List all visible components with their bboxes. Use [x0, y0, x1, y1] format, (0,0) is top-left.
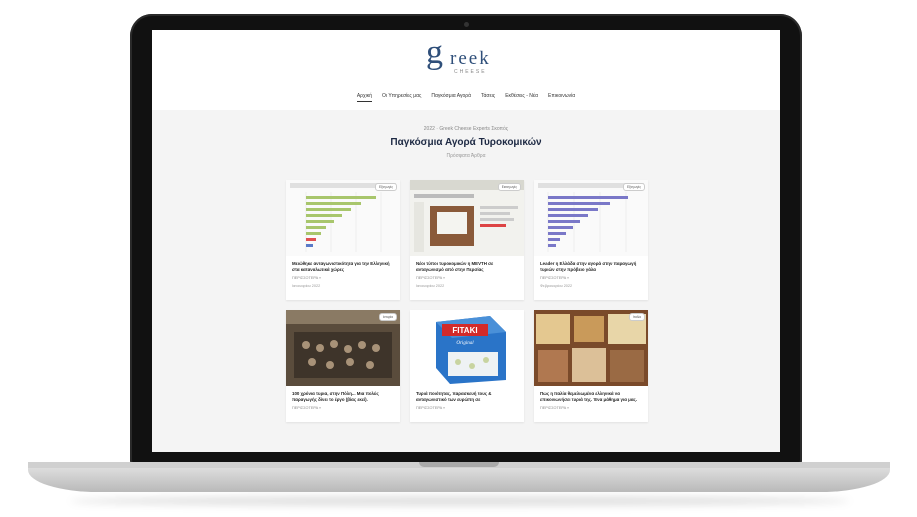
- laptop-base: [28, 462, 890, 492]
- article-card[interactable]: FITAKI Original Τυριά ποιότητας, παρασκε…: [410, 310, 524, 422]
- read-more-link[interactable]: ΠΕΡΙΣΣΟΤΕΡΑ »: [534, 403, 648, 410]
- purple-bar-chart: [538, 183, 644, 252]
- card-title[interactable]: Νέοι τύποι τυροκομικών η MEVΤΗ σε ανταγω…: [410, 256, 524, 273]
- thumb-badge: Ιστορία: [378, 313, 397, 321]
- fitaki-package-image: FITAKI Original: [410, 310, 524, 386]
- thumb-badge: Ιταλία: [628, 313, 645, 321]
- thumb-cheese-wheels: Ιταλία: [534, 310, 648, 386]
- site-header: g reek CHEESE Αρχική Οι Υπηρεσίες μας Πα…: [152, 30, 780, 110]
- article-card[interactable]: Εξαγωγές Μειώθηκε ανταγωνιστικότητα για …: [286, 180, 400, 300]
- fitaki-subtitle: Original: [456, 341, 474, 346]
- section-label: Πρόσφατα Άρθρα: [446, 153, 486, 159]
- page-meta: 2022 · Greek Cheese Experts Σκοπός: [423, 126, 509, 132]
- nav-item-contact[interactable]: Επικοινωνία: [548, 93, 575, 102]
- thumb-green-chart: Εξαγωγές: [286, 180, 400, 256]
- card-date: Ιανουαρίου 2022: [416, 284, 445, 289]
- web-screenshot-image: [410, 180, 524, 252]
- logo-subtext: CHEESE: [454, 69, 487, 75]
- thumb-badge: Εξαγωγές: [623, 183, 645, 191]
- main-nav: Αρχική Οι Υπηρεσίες μας Παγκόσμια Αγορά …: [152, 93, 780, 102]
- laptop-shadow: [70, 496, 850, 506]
- card-date: Φεβρουαρίου 2022: [540, 284, 573, 289]
- thumb-fitaki-package: FITAKI Original: [410, 310, 524, 386]
- card-title[interactable]: Μειώθηκε ανταγωνιστικότητα για την Ελλην…: [286, 256, 400, 273]
- logo-letter: g: [426, 34, 443, 71]
- cheese-wheels-image: [534, 310, 648, 386]
- read-more-link[interactable]: ΠΕΡΙΣΣΟΤΕΡΑ »: [286, 403, 400, 410]
- laptop-frame: g reek CHEESE Αρχική Οι Υπηρεσίες μας Πα…: [0, 0, 917, 517]
- card-title[interactable]: Τυριά ποιότητας, παρασκευή τους & ανταγω…: [410, 386, 524, 403]
- green-bar-chart: [286, 180, 400, 256]
- thumb-historic-photo: Ιστορία: [286, 310, 400, 386]
- thumb-badge: Εισαγωγές: [497, 183, 521, 191]
- card-title[interactable]: 100 χρόνια τυρια, στην Πόλη... Μια πολύς…: [286, 386, 400, 403]
- thumb-purple-chart: Εξαγωγές: [534, 180, 648, 256]
- article-card[interactable]: Εξαγωγές Leader η Ελλάδα στην αγορά στην…: [534, 180, 648, 300]
- nav-item-home[interactable]: Αρχική: [356, 93, 373, 102]
- read-more-link[interactable]: ΠΕΡΙΣΣΟΤΕΡΑ »: [286, 273, 400, 280]
- nav-item-news[interactable]: Εκθέσεις - Νέα: [505, 93, 538, 102]
- card-title[interactable]: Πως η Ιταλία θεμελιωμένα ελληνικά να επι…: [534, 386, 648, 403]
- nav-item-services[interactable]: Οι Υπηρεσίες μας: [382, 93, 421, 102]
- article-card[interactable]: Ιστορία 100 χρόνια τυρια, στην Πόλη... Μ…: [286, 310, 400, 422]
- fitaki-brand: FITAKI: [452, 326, 477, 335]
- nav-item-market[interactable]: Παγκόσμια Αγορά: [431, 93, 471, 102]
- opening-notch: [419, 462, 499, 467]
- article-grid: Εξαγωγές Μειώθηκε ανταγωνιστικότητα για …: [286, 180, 648, 422]
- thumb-badge: Εξαγωγές: [375, 183, 397, 191]
- page-title: Παγκόσμια Αγορά Τυροκομικών: [390, 137, 542, 148]
- read-more-link[interactable]: ΠΕΡΙΣΣΟΤΕΡΑ »: [534, 273, 648, 280]
- nav-item-trends[interactable]: Τάσεις: [481, 93, 495, 102]
- page-intro: 2022 · Greek Cheese Experts Σκοπός Παγκό…: [152, 110, 780, 159]
- thumb-web-screenshot: Εισαγωγές: [410, 180, 524, 256]
- logo-text: reek: [450, 48, 491, 69]
- read-more-link[interactable]: ΠΕΡΙΣΣΟΤΕΡΑ »: [410, 403, 524, 410]
- read-more-link[interactable]: ΠΕΡΙΣΣΟΤΕΡΑ »: [410, 273, 524, 280]
- article-card[interactable]: Ιταλία Πως η Ιταλία θεμελιωμένα ελληνικά…: [534, 310, 648, 422]
- site-logo[interactable]: g reek CHEESE: [426, 34, 506, 80]
- article-card[interactable]: Εισαγωγές Νέοι τύποι τυροκομικών η MEVΤΗ…: [410, 180, 524, 300]
- card-date: Ιανουαρίου 2022: [292, 284, 321, 289]
- historic-photo-image: [286, 310, 400, 386]
- card-title[interactable]: Leader η Ελλάδα στην αγορά στην παραγωγή…: [534, 256, 648, 273]
- camera-icon: [464, 22, 469, 27]
